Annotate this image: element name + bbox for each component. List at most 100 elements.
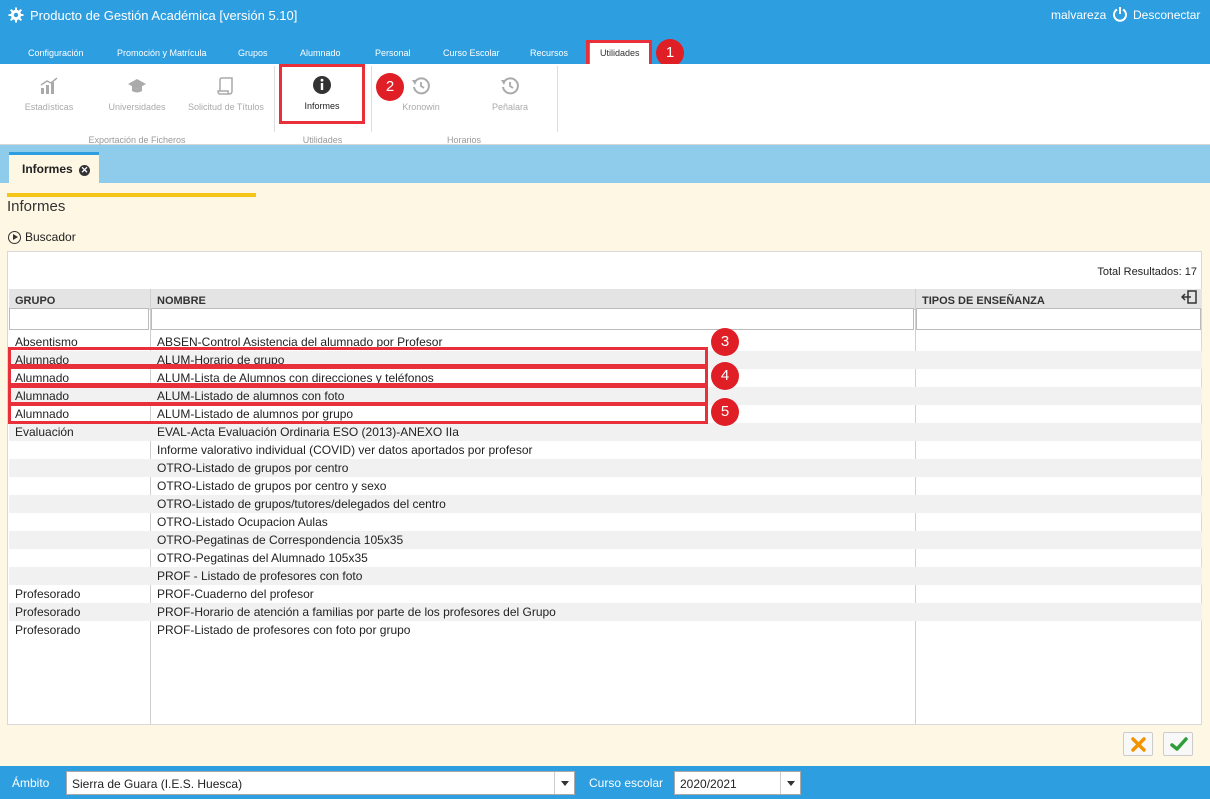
ribbon-label: Kronowin xyxy=(402,102,440,112)
filter-tipos-input[interactable] xyxy=(916,308,1201,330)
cell-nombre: ALUM-Listado de alumnos con foto xyxy=(157,389,345,403)
ribbon-group-label: Exportación de Ficheros xyxy=(88,135,186,145)
table-row[interactable]: Profesorado PROF-Cuaderno del profesor xyxy=(9,585,1202,603)
table-row[interactable]: OTRO-Pegatinas del Alumnado 105x35 xyxy=(9,549,1202,567)
step-marker-4: 4 xyxy=(711,362,739,390)
table-row[interactable]: Alumnado ALUM-Listado de alumnos con foto xyxy=(9,387,1202,405)
cell-nombre: OTRO-Listado de grupos por centro xyxy=(157,461,349,475)
ribbon-penalara[interactable]: Peñalara xyxy=(465,76,555,112)
cell-grupo: Alumnado xyxy=(15,371,70,385)
ribbon-universidades[interactable]: Universidades xyxy=(92,76,182,112)
cell-nombre: EVAL-Acta Evaluación Ordinaria ESO (2013… xyxy=(157,425,459,439)
cell-nombre: OTRO-Listado Ocupacion Aulas xyxy=(157,515,328,529)
ribbon-solicitud-titulos[interactable]: Solicitud de Títulos xyxy=(181,76,271,112)
graduation-cap-icon xyxy=(128,79,146,93)
tab-recursos[interactable]: Recursos xyxy=(530,48,568,58)
table-row[interactable]: Absentismo ABSEN-Control Asistencia del a… xyxy=(9,333,1202,351)
tab-personal[interactable]: Personal xyxy=(375,48,411,58)
cell-nombre: OTRO-Pegatinas del Alumnado 105x35 xyxy=(157,551,368,565)
gear-icon xyxy=(8,7,24,23)
tab-curso-escolar[interactable]: Curso Escolar xyxy=(443,48,500,58)
table-row[interactable]: PROF - Listado de profesores con foto xyxy=(9,567,1202,585)
curso-escolar-select[interactable]: 2020/2021 xyxy=(674,771,801,795)
cell-nombre: PROF-Listado de profesores con foto por … xyxy=(157,623,411,637)
history-icon xyxy=(501,77,519,95)
export-icon[interactable] xyxy=(1181,290,1197,304)
ribbon-label: Informes xyxy=(304,101,340,111)
cell-nombre: PROF-Horario de atención a familias por … xyxy=(157,605,556,619)
info-icon xyxy=(313,76,331,94)
main-menu: Configuración Promoción y Matrícula Grup… xyxy=(0,30,1210,64)
tab-informes[interactable]: Informes ✕ xyxy=(9,152,99,183)
filter-grupo-input[interactable] xyxy=(9,308,149,330)
ambito-value: Sierra de Guara (I.E.S. Huesca) xyxy=(72,777,243,791)
cell-grupo: Profesorado xyxy=(15,623,81,637)
ribbon: Estadísticas Universidades Solicitud de … xyxy=(0,64,1210,145)
table-row[interactable]: OTRO-Listado de grupos por centro y sexo xyxy=(9,477,1202,495)
tab-promocion-matricula[interactable]: Promoción y Matrícula xyxy=(117,48,207,58)
search-toggle-label: Buscador xyxy=(25,230,76,244)
close-icon[interactable]: ✕ xyxy=(79,165,90,176)
column-header-grupo[interactable]: GRUPO xyxy=(15,295,55,307)
ribbon-separator xyxy=(274,66,275,132)
bar-chart-icon xyxy=(40,77,58,94)
table-row[interactable]: Informe valorativo individual (COVID) ve… xyxy=(9,441,1202,459)
footer-bar: Ámbito Sierra de Guara (I.E.S. Huesca) C… xyxy=(0,766,1210,799)
table-row[interactable]: OTRO-Listado Ocupacion Aulas xyxy=(9,513,1202,531)
table-row[interactable]: Profesorado PROF-Listado de profesores co… xyxy=(9,621,1202,639)
cancel-button[interactable] xyxy=(1123,732,1153,756)
power-icon[interactable] xyxy=(1112,6,1128,22)
table-row[interactable]: Alumnado ALUM-Horario de grupo xyxy=(9,351,1202,369)
chevron-down-icon[interactable] xyxy=(554,772,574,794)
cell-grupo: Profesorado xyxy=(15,587,81,601)
step-marker-5: 5 xyxy=(711,398,739,426)
user-name: malvareza xyxy=(1051,8,1107,22)
cell-nombre: PROF - Listado de profesores con foto xyxy=(157,569,363,583)
cell-grupo: Alumnado xyxy=(15,353,70,367)
table-row[interactable]: OTRO-Pegatinas de Correspondencia 105x35 xyxy=(9,531,1202,549)
cell-grupo: Absentismo xyxy=(15,335,78,349)
column-header-nombre[interactable]: NOMBRE xyxy=(157,295,206,307)
tab-grupos[interactable]: Grupos xyxy=(238,48,268,58)
cell-grupo: Alumnado xyxy=(15,389,70,403)
table-row[interactable]: OTRO-Listado de grupos/tutores/delegados… xyxy=(9,495,1202,513)
tab-utilidades[interactable]: Utilidades xyxy=(590,41,650,64)
table-row[interactable]: Alumnado ALUM-Listado de alumnos por grup… xyxy=(9,405,1202,423)
cell-nombre: OTRO-Pegatinas de Correspondencia 105x35 xyxy=(157,533,404,547)
scroll-icon xyxy=(217,77,233,95)
ribbon-label: Peñalara xyxy=(491,102,529,112)
app-title: Producto de Gestión Académica [versión 5… xyxy=(30,8,298,23)
ribbon-separator xyxy=(557,66,558,132)
accept-button[interactable] xyxy=(1163,732,1193,756)
search-toggle[interactable]: Buscador xyxy=(8,230,76,244)
step-marker-1: 1 xyxy=(656,39,684,67)
cell-nombre: ALUM-Listado de alumnos por grupo xyxy=(157,407,354,421)
ribbon-group-label: Utilidades xyxy=(302,135,343,145)
cell-nombre: ABSEN-Control Asistencia del alumnado po… xyxy=(157,335,443,349)
cell-grupo: Profesorado xyxy=(15,605,81,619)
table-body: Absentismo ABSEN-Control Asistencia del a… xyxy=(9,333,1202,639)
table-row[interactable]: OTRO-Listado de grupos por centro xyxy=(9,459,1202,477)
table-row[interactable]: Profesorado PROF-Horario de atención a fa… xyxy=(9,603,1202,621)
tab-configuracion[interactable]: Configuración xyxy=(28,48,84,58)
column-header-tipos[interactable]: TIPOS DE ENSEÑANZA xyxy=(922,295,1045,307)
logout-button[interactable]: Desconectar xyxy=(1133,8,1200,22)
tab-label: Informes xyxy=(22,162,73,176)
ribbon-informes[interactable]: Informes xyxy=(277,75,367,111)
history-icon xyxy=(412,77,430,95)
table-row[interactable]: Alumnado ALUM-Lista de Alumnos con direcc… xyxy=(9,369,1202,387)
table-row[interactable]: Evaluación EVAL-Acta Evaluación Ordinaria… xyxy=(9,423,1202,441)
cell-grupo: Alumnado xyxy=(15,407,70,421)
ribbon-group-label: Horarios xyxy=(446,135,481,145)
curso-escolar-label: Curso escolar xyxy=(589,776,664,790)
play-circle-icon xyxy=(8,230,21,244)
step-marker-3: 3 xyxy=(711,328,739,356)
cell-nombre: ALUM-Horario de grupo xyxy=(157,353,285,367)
chevron-down-icon[interactable] xyxy=(780,772,800,794)
filter-nombre-input[interactable] xyxy=(151,308,914,330)
tab-alumnado[interactable]: Alumnado xyxy=(300,48,341,58)
title-underline xyxy=(7,193,256,197)
document-tab-strip: Informes ✕ xyxy=(0,145,1210,183)
ribbon-estadisticas[interactable]: Estadísticas xyxy=(4,76,94,112)
ambito-select[interactable]: Sierra de Guara (I.E.S. Huesca) xyxy=(66,771,575,795)
